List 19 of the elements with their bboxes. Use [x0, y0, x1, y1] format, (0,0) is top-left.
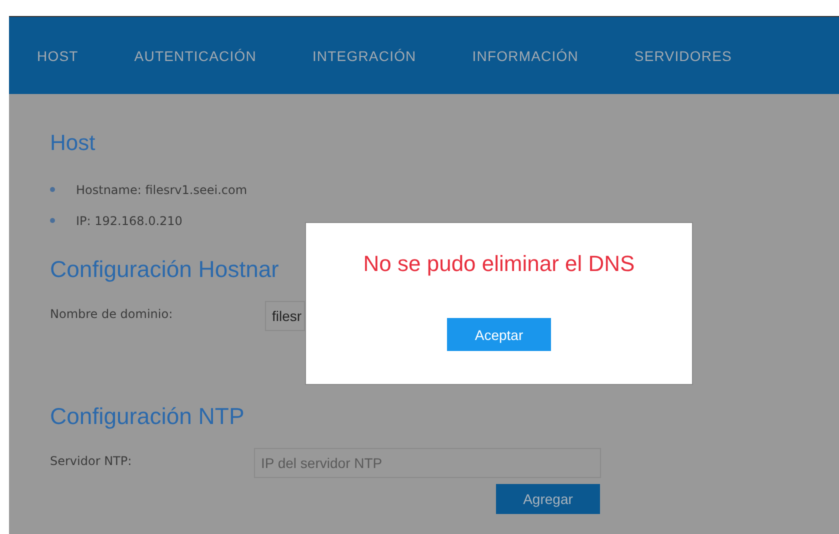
- input-field[interactable]: filesr: [265, 301, 305, 331]
- section-heading: Configuración NTP: [50, 403, 244, 430]
- field-label: Servidor NTP:: [50, 453, 133, 468]
- info-text: Hostname: filesrv1.seei.com: [76, 182, 248, 196]
- field-label: Nombre de dominio:: [50, 306, 174, 321]
- bullet-icon: [50, 187, 55, 192]
- section-heading: Host: [50, 130, 96, 156]
- error-message: No se pudo eliminar el DNS: [363, 251, 635, 277]
- accept-button[interactable]: Aceptar: [447, 318, 551, 351]
- add-button[interactable]: Agregar: [496, 484, 600, 514]
- nav-tab[interactable]: HOST: [37, 46, 78, 66]
- nav-tab[interactable]: INFORMACIÓN: [472, 46, 578, 66]
- nav-tab[interactable]: SERVIDORES: [634, 46, 732, 66]
- bullet-icon: [50, 218, 55, 223]
- info-text: IP: 192.168.0.210: [76, 214, 182, 228]
- nav-tab[interactable]: INTEGRACIÓN: [312, 46, 416, 66]
- nav-tab[interactable]: AUTENTICACIÓN: [134, 46, 256, 66]
- section-heading: Configuración Hostnar: [50, 256, 279, 283]
- input-field[interactable]: IP del servidor NTP: [254, 448, 601, 478]
